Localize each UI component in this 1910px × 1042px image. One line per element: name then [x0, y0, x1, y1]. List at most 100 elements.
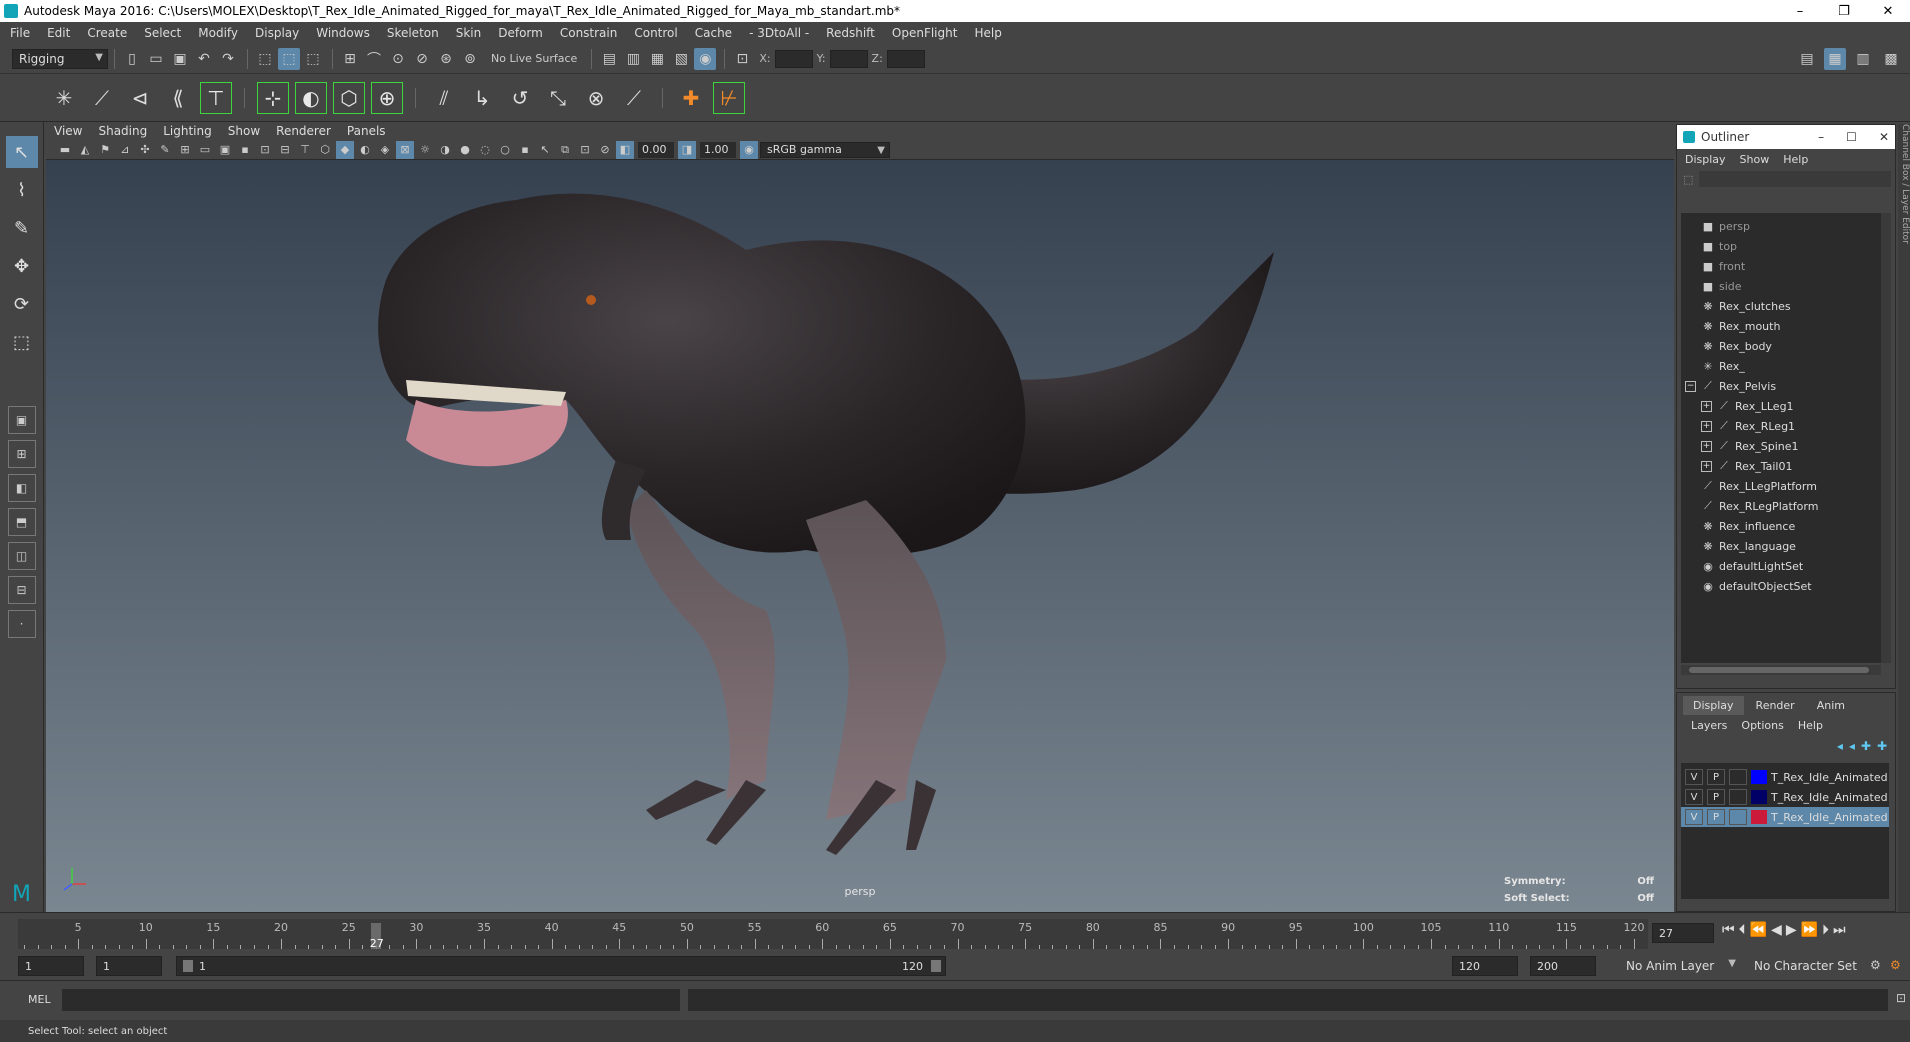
playback-start-field[interactable]: 1: [96, 956, 162, 976]
expand-icon[interactable]: +: [1701, 460, 1712, 472]
outliner-item[interactable]: ❋ Rex_language: [1685, 537, 1796, 555]
close-icon[interactable]: ✕: [1879, 130, 1889, 144]
panel-menu-shading[interactable]: Shading: [98, 124, 147, 138]
new-layer-selected-icon[interactable]: ✚: [1877, 739, 1887, 753]
outliner-item[interactable]: ■ side: [1685, 277, 1742, 295]
render-settings-icon[interactable]: ▤: [598, 48, 620, 70]
outliner-item[interactable]: ◉ defaultLightSet: [1685, 557, 1803, 575]
outliner-horizontal-scrollbar[interactable]: [1681, 665, 1881, 675]
layer-name[interactable]: T_Rex_Idle_Animated_R: [1771, 771, 1887, 784]
mirror-joint-icon[interactable]: ⊲: [124, 82, 156, 114]
go-to-start-icon[interactable]: ⏮: [1722, 922, 1735, 938]
menu-modify[interactable]: Modify: [198, 26, 238, 40]
persp-outliner-layout-icon[interactable]: ◧: [7, 474, 36, 502]
tool-settings-icon[interactable]: ▥: [1852, 48, 1874, 70]
scale-tool-icon[interactable]: ⬚: [6, 326, 38, 358]
perspective-viewport[interactable]: persp Symmetry: Off Soft Select: Off: [46, 160, 1674, 912]
playback-end-field[interactable]: 120: [1452, 956, 1518, 976]
orient-constraint-icon[interactable]: ↺: [504, 82, 536, 114]
panel-menu-panels[interactable]: Panels: [347, 124, 386, 138]
menu-redshift[interactable]: Redshift: [826, 26, 875, 40]
menu-help[interactable]: Help: [974, 26, 1001, 40]
color-management-icon[interactable]: ◉: [740, 140, 758, 159]
xray-joints-icon[interactable]: ⊡: [576, 141, 594, 159]
view-transform-dropdown[interactable]: sRGB gamma ▼: [760, 141, 890, 158]
layer-visibility-toggle[interactable]: V: [1685, 809, 1703, 825]
outliner-item[interactable]: + ⟋ Rex_RLeg1: [1701, 417, 1795, 435]
wireframe-on-shaded-icon[interactable]: ◈: [376, 141, 394, 159]
character-set-dropdown[interactable]: No Character Set: [1748, 956, 1868, 976]
2d-pan-zoom-icon[interactable]: ✣: [136, 141, 154, 159]
field-chart-icon[interactable]: ⊡: [256, 141, 274, 159]
menuset-dropdown[interactable]: Rigging ▼: [12, 48, 108, 69]
new-layer-icon[interactable]: ✚: [1861, 739, 1871, 753]
auto-key-icon[interactable]: ⚙: [1870, 958, 1881, 972]
layer-color-swatch[interactable]: [1751, 770, 1767, 784]
expand-icon[interactable]: +: [1701, 420, 1712, 432]
layer-name[interactable]: T_Rex_Idle_Animated_R: [1771, 791, 1887, 804]
hypershade-icon[interactable]: ◉: [694, 47, 717, 70]
step-back-key-icon[interactable]: ⏪: [1750, 922, 1767, 938]
y-field[interactable]: [829, 49, 868, 68]
range-slider[interactable]: 1 120: [176, 956, 946, 976]
snap-view-icon[interactable]: ⊘: [411, 48, 433, 70]
bind-skin-icon[interactable]: ⊹: [257, 81, 289, 114]
grid-toggle-icon[interactable]: ⊞: [176, 141, 194, 159]
panel-menu-show[interactable]: Show: [228, 124, 260, 138]
panel-menu-renderer[interactable]: Renderer: [276, 124, 331, 138]
outliner-item[interactable]: ✳ Rex_: [1685, 357, 1744, 375]
move-tool-icon[interactable]: ✥: [6, 250, 38, 282]
outliner-item[interactable]: ⟋ Rex_LLegPlatform: [1685, 477, 1817, 495]
restore-button[interactable]: ❐: [1822, 0, 1866, 22]
script-editor-icon[interactable]: ⊡: [1896, 991, 1906, 1005]
collapse-icon[interactable]: −: [1685, 380, 1696, 392]
custom-layout-icon[interactable]: ·: [7, 610, 36, 638]
select-tool-icon[interactable]: ↖: [5, 136, 38, 168]
menu-select[interactable]: Select: [144, 26, 181, 40]
select-component-icon[interactable]: ⬚: [302, 48, 324, 70]
filter-icon[interactable]: ⬚: [1683, 173, 1693, 186]
outliner-item[interactable]: + ⟋ Rex_Tail01: [1701, 457, 1792, 475]
grease-pencil-icon[interactable]: ✎: [156, 141, 174, 159]
tab-render[interactable]: Render: [1746, 696, 1805, 715]
channel-box-icon[interactable]: ▩: [1880, 48, 1902, 70]
lattice-icon[interactable]: ⬡: [333, 81, 365, 114]
range-start-handle[interactable]: [183, 960, 193, 972]
select-object-icon[interactable]: ⬚: [278, 47, 300, 70]
outliner-vertical-scrollbar[interactable]: [1881, 213, 1891, 663]
outliner-item[interactable]: − ⟋ Rex_Pelvis: [1685, 377, 1776, 395]
current-frame-field[interactable]: 27: [1652, 923, 1714, 943]
minimize-button[interactable]: –: [1778, 0, 1822, 22]
time-ruler[interactable]: 5 10 15 20 25 30 35 40 45 50 55 60 65 70 75 80 85 90 95 100…: [18, 919, 1648, 950]
scale-constraint-icon[interactable]: ⤡: [542, 82, 574, 114]
film-gate-icon[interactable]: ▭: [196, 141, 214, 159]
panel-menu-view[interactable]: View: [54, 124, 82, 138]
locator-tool-icon[interactable]: ✚: [675, 82, 707, 114]
ik-handle-icon[interactable]: ✳: [48, 82, 80, 114]
command-input[interactable]: [62, 989, 680, 1011]
outliner-item[interactable]: ⟋ Rex_RLegPlatform: [1685, 497, 1818, 515]
depth-of-field-icon[interactable]: ▪: [516, 141, 534, 159]
outliner-item[interactable]: ❋ Rex_body: [1685, 337, 1772, 355]
menu-edit[interactable]: Edit: [47, 26, 70, 40]
outliner-item[interactable]: ■ top: [1685, 237, 1737, 255]
layer-row[interactable]: VP T_Rex_Idle_Animated_R: [1681, 807, 1889, 827]
step-back-icon[interactable]: ⏴: [1739, 922, 1746, 938]
safe-action-icon[interactable]: ⊟: [276, 141, 294, 159]
attribute-editor-icon[interactable]: ▦: [1824, 47, 1846, 70]
smooth-shade-icon[interactable]: ◆: [336, 140, 354, 159]
go-to-end-icon[interactable]: ⏭: [1833, 922, 1846, 938]
script-language-label[interactable]: MEL: [28, 993, 51, 1006]
outliner-item[interactable]: ■ persp: [1685, 217, 1750, 235]
anim-layer-dropdown[interactable]: No Anim Layer ▼: [1620, 956, 1740, 976]
preferences-icon[interactable]: ⚙: [1890, 958, 1901, 972]
move-layer-up-icon[interactable]: ◂: [1837, 739, 1843, 753]
layer-row[interactable]: VP T_Rex_Idle_Animated_R: [1681, 767, 1889, 787]
new-scene-icon[interactable]: ▯: [121, 48, 143, 70]
menu-display[interactable]: Display: [255, 26, 299, 40]
layer-menu-options[interactable]: Options: [1741, 719, 1783, 732]
menu-openflight[interactable]: OpenFlight: [892, 26, 958, 40]
screen-space-ao-icon[interactable]: ●: [456, 141, 474, 159]
camera-attrs-icon[interactable]: ◭: [76, 141, 94, 159]
render-view-icon[interactable]: ▧: [670, 48, 692, 70]
